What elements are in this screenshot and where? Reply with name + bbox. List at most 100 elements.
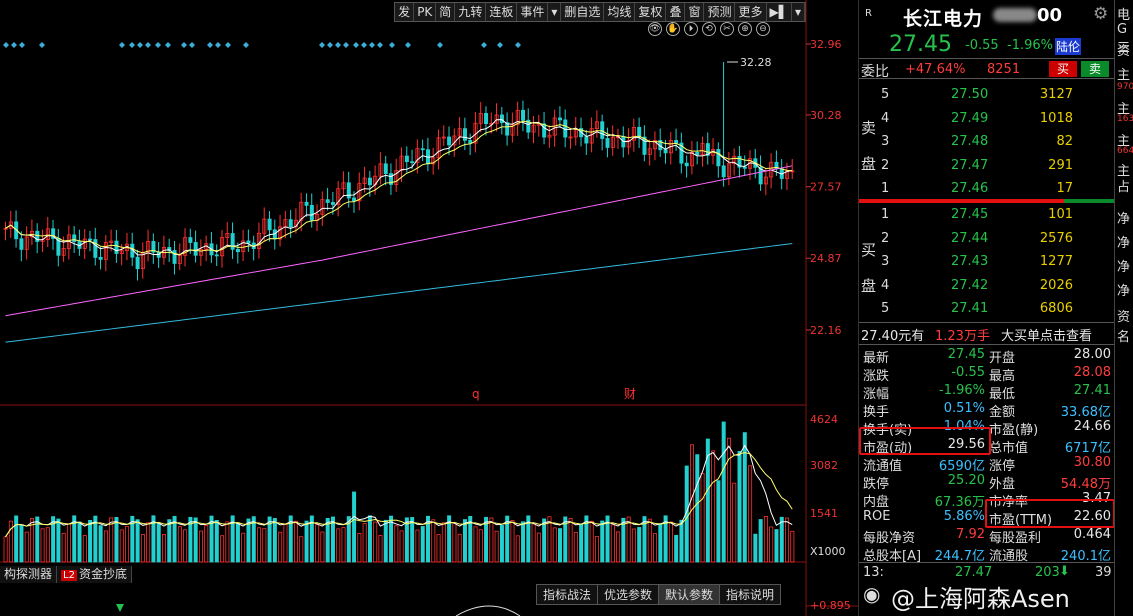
volume-axis-label: 4624 [810, 413, 838, 426]
big-order-price: 27.40元有 [861, 329, 925, 344]
volume-bar [193, 517, 198, 563]
quote-header: R 长江电力 00 ⚙ [859, 2, 1115, 30]
volume-bar [103, 530, 108, 563]
stat-value: 28.08 [1073, 365, 1111, 380]
candle-body [558, 117, 563, 121]
volume-bar [457, 533, 462, 563]
level-price: 27.46 [951, 181, 989, 196]
market-tag[interactable]: 陆伦 [1055, 38, 1082, 55]
volume-bar [336, 528, 341, 563]
bid-level-row[interactable]: 4 27.42 2026 [859, 276, 1115, 296]
candle-body [172, 250, 177, 264]
volume-bar [790, 530, 795, 563]
volume-bar [758, 519, 763, 563]
volume-bar [542, 518, 547, 563]
candle-body [383, 163, 388, 175]
edge-strip-label: 净 [1117, 212, 1131, 227]
candle-body [330, 202, 335, 205]
settings-gear-icon[interactable]: ⚙ [1093, 4, 1108, 24]
volume-bar [753, 533, 758, 563]
ma5-line [5, 119, 793, 256]
candle-body [505, 122, 510, 136]
level-price: 27.48 [951, 134, 989, 149]
volume-bar [352, 491, 357, 563]
order-book: 卖 盘 买 盘 5 27.50 3127 4 27.49 1018 3 27.48 82 2 27.… [859, 82, 1115, 322]
highlight-box-pe-ttm [985, 499, 1115, 528]
edge-strip-label: 163 [1117, 114, 1133, 124]
sell-button[interactable]: 卖 [1081, 61, 1109, 77]
volume-bar [220, 535, 225, 563]
right-edge-strip: 电 G三资主 970 主 163 主 664 主占净净净净资名 [1114, 0, 1133, 616]
tab-indicator-strategy[interactable]: 指标战法 [536, 584, 599, 605]
stat-value: 25.20 [947, 473, 985, 488]
weibi-row: 委比 +47.64% 8251 买 卖 [859, 58, 1115, 80]
tab-fund-bottom[interactable]: L2 资金抄底 [57, 566, 132, 583]
level-index: 2 [881, 157, 890, 173]
ask-level-row[interactable]: 3 27.48 82 [859, 132, 1115, 152]
price-axis-label: 32.96 [810, 38, 842, 51]
candle-body [404, 155, 409, 163]
tab-default-params[interactable]: 默认参数 [658, 584, 721, 605]
bid-level-row[interactable]: 3 27.43 1277 [859, 252, 1115, 272]
volume-bar [77, 521, 82, 563]
ask-bid-divider [859, 199, 1115, 203]
ask-level-row[interactable]: 4 27.49 1018 [859, 109, 1115, 129]
kline-chart[interactable]: 32.96 30.28 27.57 24.87 22.16 4624 3082 1541 X10… [0, 0, 858, 616]
edge-strip-label: 净 [1117, 236, 1131, 251]
volume-bar [647, 518, 652, 563]
candle-body [288, 219, 293, 228]
bid-level-row[interactable]: 5 27.41 6806 [859, 299, 1115, 319]
volume-bar [610, 524, 615, 563]
stat-value: 27.41 [1073, 383, 1111, 398]
candle-body [605, 138, 610, 148]
volume-bar [299, 536, 304, 563]
stats-row: 涨幅 -1.96% 最低 27.41 [859, 382, 1115, 402]
signal-diamond-marker [155, 42, 161, 48]
ask-level-row[interactable]: 1 27.46 17 [859, 179, 1115, 199]
candle-body [325, 199, 330, 203]
signal-diamond-marker [243, 42, 249, 48]
candle-body [193, 242, 198, 256]
signal-diamond-marker [215, 42, 221, 48]
ask-level-row[interactable]: 2 27.47 291 [859, 156, 1115, 176]
volume-bar [742, 432, 747, 563]
stock-code-tail: 00 [1037, 5, 1063, 26]
bid-level-row[interactable]: 2 27.44 2576 [859, 229, 1115, 249]
ask-level-row[interactable]: 5 27.50 3127 [859, 85, 1115, 105]
signal-diamond-marker [515, 42, 521, 48]
tab-structure-detector[interactable]: 构探测器 [0, 566, 58, 583]
volume-bar [785, 517, 790, 563]
volume-bar [763, 515, 768, 563]
code-mask [993, 8, 1037, 22]
candle-body [135, 256, 140, 270]
volume-bar [82, 535, 87, 563]
volume-bar [235, 523, 240, 563]
tab-indicator-help[interactable]: 指标说明 [719, 584, 782, 605]
bid-level-row[interactable]: 1 27.45 101 [859, 205, 1115, 225]
price-change-pct: -1.96% [1007, 38, 1053, 53]
volume-axis-label: 3082 [810, 459, 838, 472]
stat-value: 24.66 [1073, 419, 1111, 434]
volume-bar [98, 525, 103, 563]
candle-body [721, 165, 726, 178]
big-order-hint[interactable]: 大买单点击查看 [1001, 325, 1092, 344]
volume-bar [315, 524, 320, 563]
buy-button[interactable]: 买 [1049, 61, 1077, 77]
signal-diamond-marker [207, 42, 213, 48]
volume-bar [177, 526, 182, 563]
edge-strip-label: 主 [1117, 68, 1131, 83]
level-price: 27.43 [951, 254, 989, 269]
r-badge: R [865, 8, 872, 19]
tab-optimal-params[interactable]: 优选参数 [597, 584, 660, 605]
sub-axis-label: +0.895 [810, 599, 851, 612]
volume-bar [66, 523, 71, 563]
big-order-row[interactable]: 27.40元有 1.23万手 大买单点击查看 [859, 322, 1115, 344]
signal-diamond-marker [405, 42, 411, 48]
watermark-text: @上海阿森Asen [891, 585, 1070, 613]
kline-chart-area[interactable]: 发 PK 简九转 连板 事件 ▾ 删自选 均线 复权叠窗预测 更多 ▶▌ ▾ 👁 ✋ ⏵ ⟲ ✂ ⊕ ⊖ 32.9… [0, 0, 858, 616]
candle-body [742, 166, 747, 169]
volume-bar [452, 522, 457, 563]
signal-diamond-marker [145, 42, 151, 48]
edge-strip-label: 资 [1117, 44, 1131, 59]
level-volume: 1018 [1039, 110, 1073, 126]
